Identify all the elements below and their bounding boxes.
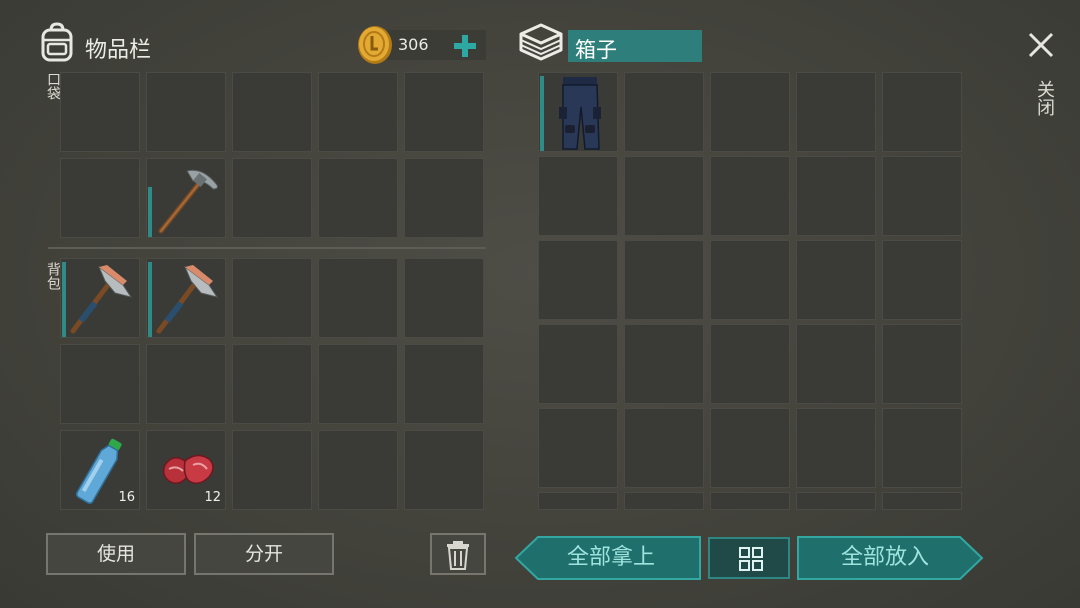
box-slot[interactable]	[796, 72, 876, 152]
box-slot[interactable]	[538, 408, 618, 488]
box-icon	[518, 22, 564, 62]
use-button[interactable]: 使用	[46, 533, 186, 575]
box-slot[interactable]	[624, 408, 704, 488]
box-slot[interactable]	[796, 240, 876, 320]
backpack-slot[interactable]	[318, 344, 398, 424]
backpack-slot-water[interactable]: 16	[60, 430, 140, 510]
pocket-slot[interactable]	[232, 158, 312, 238]
pocket-slot[interactable]	[146, 72, 226, 152]
backpack-icon	[38, 22, 76, 62]
backpack-slot[interactable]	[232, 344, 312, 424]
box-slot[interactable]	[882, 240, 962, 320]
box-slot[interactable]	[796, 324, 876, 404]
add-coins-icon[interactable]	[452, 33, 478, 59]
put-all-button[interactable]: 全部放入	[810, 537, 960, 579]
inventory-title: 物品栏	[85, 38, 152, 63]
backpack-slot[interactable]	[60, 344, 140, 424]
box-title: 箱子	[575, 38, 617, 62]
backpack-slot-meat[interactable]: 12	[146, 430, 226, 510]
backpack-slot[interactable]	[232, 258, 312, 338]
backpack-slot-hatchet[interactable]	[60, 258, 140, 338]
backpack-slot[interactable]	[232, 430, 312, 510]
trash-icon	[447, 541, 469, 570]
pocket-slot[interactable]	[60, 158, 140, 238]
backpack-slot[interactable]	[318, 430, 398, 510]
pocket-label: 口袋	[45, 72, 61, 100]
pocket-slot[interactable]	[404, 72, 484, 152]
box-slot[interactable]	[624, 240, 704, 320]
pocket-slot[interactable]	[232, 72, 312, 152]
backpack-slot[interactable]	[146, 344, 226, 424]
box-slot[interactable]	[710, 492, 790, 510]
box-slot[interactable]	[538, 492, 618, 510]
backpack-label: 背包	[45, 262, 61, 290]
box-slot[interactable]	[710, 324, 790, 404]
coin-amount: 306	[398, 35, 429, 54]
close-icon[interactable]	[1026, 30, 1056, 60]
box-slot[interactable]	[710, 240, 790, 320]
box-slot[interactable]	[624, 492, 704, 510]
box-slot[interactable]	[796, 492, 876, 510]
item-quantity: 16	[118, 490, 135, 505]
pocket-slot[interactable]	[60, 72, 140, 152]
backpack-slot[interactable]	[318, 258, 398, 338]
hatchet-icon	[70, 265, 133, 334]
backpack-slot-hatchet[interactable]	[146, 258, 226, 338]
backpack-slot[interactable]	[404, 430, 484, 510]
box-slot[interactable]	[624, 324, 704, 404]
hatchet-icon	[156, 265, 219, 334]
take-all-button[interactable]: 全部拿上	[536, 537, 686, 579]
box-slot[interactable]	[882, 72, 962, 152]
box-slot[interactable]	[624, 72, 704, 152]
box-slot[interactable]	[538, 156, 618, 236]
pocket-slot[interactable]	[318, 158, 398, 238]
box-slot[interactable]	[538, 324, 618, 404]
close-label[interactable]: 关闭	[1032, 80, 1055, 116]
pants-icon	[559, 77, 601, 150]
box-slot[interactable]	[710, 156, 790, 236]
section-divider	[48, 247, 486, 249]
grid-sort-icon	[739, 547, 763, 571]
box-slot[interactable]	[624, 156, 704, 236]
box-slot[interactable]	[882, 408, 962, 488]
box-slot[interactable]	[710, 408, 790, 488]
box-slot[interactable]	[796, 156, 876, 236]
coin-icon	[356, 24, 394, 66]
pocket-slot[interactable]	[404, 158, 484, 238]
item-quantity: 12	[204, 490, 221, 505]
pickaxe-icon	[158, 169, 218, 234]
box-slot[interactable]	[882, 156, 962, 236]
backpack-slot[interactable]	[404, 258, 484, 338]
box-slot-pants[interactable]	[538, 72, 618, 152]
backpack-slot[interactable]	[404, 344, 484, 424]
split-button[interactable]: 分开	[194, 533, 334, 575]
box-slot[interactable]	[882, 492, 962, 510]
pocket-slot-pickaxe[interactable]	[146, 158, 226, 238]
trash-button[interactable]	[430, 533, 486, 575]
box-slot[interactable]	[796, 408, 876, 488]
box-slot[interactable]	[538, 240, 618, 320]
pocket-slot[interactable]	[318, 72, 398, 152]
sort-button[interactable]	[708, 537, 790, 579]
box-slot[interactable]	[882, 324, 962, 404]
box-slot[interactable]	[710, 72, 790, 152]
